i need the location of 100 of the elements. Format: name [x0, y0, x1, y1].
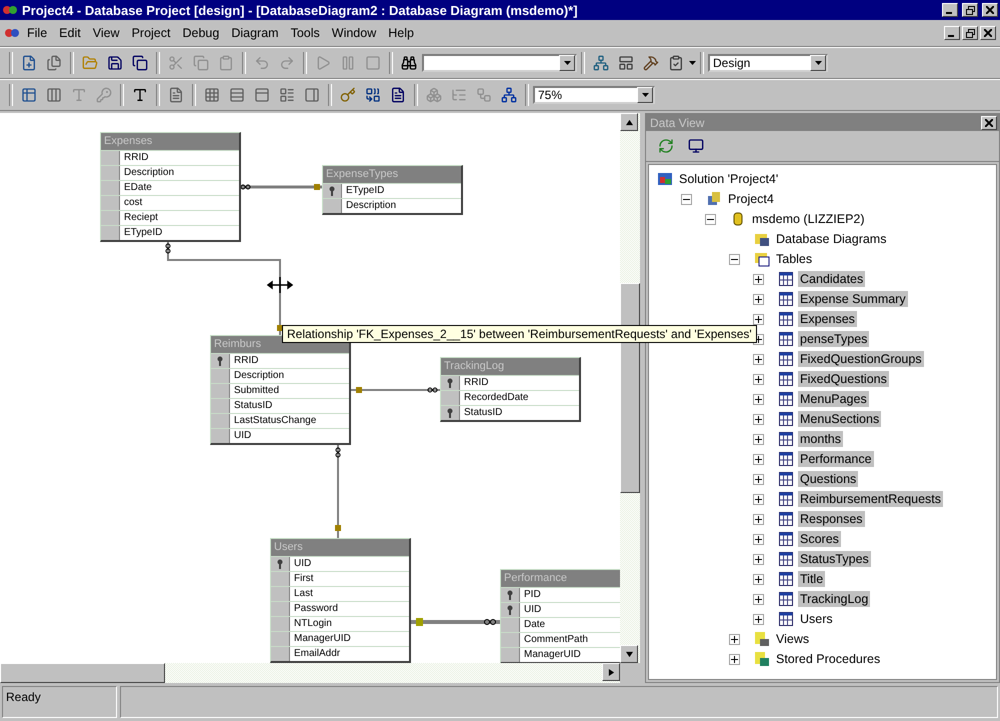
tree-item[interactable]: Users — [798, 611, 835, 627]
solution-icon — [657, 171, 673, 187]
column-name: NTLogin — [290, 617, 409, 631]
tree-item[interactable]: ReimbursementRequests — [798, 491, 944, 507]
column-name: First — [290, 572, 409, 586]
expand-toggle[interactable] — [753, 474, 764, 484]
expand-toggle[interactable] — [753, 494, 764, 504]
table-box[interactable]: Users UID First Last Password NTLogin ManagerUID EmailAddr — [270, 538, 411, 663]
expand-toggle[interactable] — [753, 314, 764, 324]
table-box[interactable]: TrackingLog RRID RecordedDate StatusID — [440, 357, 581, 422]
tree-item[interactable]: Responses — [798, 511, 865, 527]
tree-item[interactable]: MenuPages — [798, 391, 869, 407]
tree-item[interactable]: TrackingLog — [798, 591, 870, 607]
zoom-combo[interactable]: 75% — [533, 86, 655, 104]
scroll-right-button[interactable] — [602, 663, 620, 681]
menu-item[interactable]: Project — [126, 24, 176, 42]
expand-toggle[interactable] — [753, 374, 764, 384]
minimize-button[interactable] — [944, 26, 960, 40]
expand-toggle[interactable] — [753, 554, 764, 564]
menu-item[interactable]: Tools — [286, 24, 325, 42]
tree-item[interactable]: Solution 'Project4' — [677, 171, 780, 187]
column-name: UID — [230, 429, 349, 443]
menu-item[interactable]: Help — [383, 24, 419, 42]
plus-icon — [755, 276, 762, 282]
tree-item[interactable]: Tables — [774, 251, 814, 267]
expand-toggle[interactable] — [753, 414, 764, 424]
relationship-tooltip: Relationship 'FK_Expenses_2__15' between 'ReimbursementRequests' and 'Expenses' — [282, 325, 757, 343]
tree-item[interactable]: Performance — [798, 451, 874, 467]
expand-toggle[interactable] — [753, 394, 764, 404]
expand-toggle[interactable] — [753, 514, 764, 524]
tree-item[interactable]: Scores — [798, 531, 841, 547]
find-combo[interactable] — [422, 54, 577, 72]
tree-item[interactable]: penseTypes — [798, 331, 870, 347]
tree-item[interactable]: MenuSections — [798, 411, 882, 427]
tree-item[interactable]: Title — [798, 571, 826, 587]
table-icon — [778, 571, 794, 587]
tree-item[interactable]: Expenses — [798, 311, 857, 327]
expand-toggle[interactable] — [753, 434, 764, 444]
expand-toggle[interactable] — [753, 354, 764, 364]
expand-toggle[interactable] — [753, 534, 764, 544]
scroll-thumb[interactable] — [0, 663, 165, 683]
key-icon — [447, 378, 453, 388]
expand-toggle[interactable] — [753, 574, 764, 584]
tree-item[interactable]: Stored Procedures — [774, 651, 882, 667]
table-title: TrackingLog — [441, 358, 579, 375]
expand-toggle[interactable] — [729, 634, 740, 644]
tree-item[interactable]: StatusTypes — [798, 551, 871, 567]
tree-item[interactable]: Project4 — [726, 191, 776, 207]
menu-item[interactable]: Window — [326, 24, 382, 42]
tree-item[interactable]: msdemo (LIZZIEP2) — [750, 211, 867, 227]
restore-button[interactable] — [962, 26, 978, 40]
plus-icon — [755, 336, 762, 342]
table-icon — [778, 311, 794, 327]
tree-item[interactable]: Views — [774, 631, 812, 647]
menu-item[interactable]: Diagram — [226, 24, 284, 42]
expand-toggle[interactable] — [753, 614, 764, 624]
collapse-toggle[interactable] — [729, 254, 740, 264]
scroll-down-button[interactable] — [620, 645, 638, 663]
expand-toggle[interactable] — [753, 294, 764, 304]
scroll-up-button[interactable] — [620, 113, 638, 131]
restore-button[interactable] — [962, 3, 978, 17]
column-name: RecordedDate — [460, 391, 579, 405]
tree-item[interactable]: Database Diagrams — [774, 231, 888, 247]
key-icon — [329, 186, 335, 196]
tree-item[interactable]: FixedQuestionGroups — [798, 351, 924, 367]
column-name: ETypeID — [120, 226, 239, 240]
configuration-combo[interactable]: Design — [708, 54, 828, 72]
tree-item[interactable]: months — [798, 431, 843, 447]
relationship-line[interactable] — [335, 445, 341, 538]
table-box[interactable]: Performance PID UID Date CommentPath ManagerUID — [500, 569, 620, 663]
table-box[interactable]: ExpenseTypes ETypeID Description — [322, 165, 463, 215]
plus-icon — [755, 496, 762, 502]
menu-item[interactable]: View — [88, 24, 125, 42]
expand-toggle[interactable] — [753, 454, 764, 464]
close-button[interactable] — [982, 3, 998, 17]
expand-toggle[interactable] — [753, 274, 764, 284]
table-box[interactable]: Expenses RRID Description EDate cost Reciept ETypeID — [100, 132, 241, 242]
tree-item[interactable]: Questions — [798, 471, 858, 487]
caret-icon — [814, 61, 822, 65]
tree-item[interactable]: Candidates — [798, 271, 866, 287]
plus-icon — [755, 296, 762, 302]
expand-toggle[interactable] — [753, 594, 764, 604]
tree-item[interactable]: FixedQuestions — [798, 371, 889, 387]
collapse-toggle[interactable] — [681, 194, 692, 204]
menu-item[interactable]: Debug — [177, 24, 224, 42]
minimize-button[interactable] — [942, 3, 958, 17]
plus-icon — [755, 436, 762, 442]
plus-icon — [731, 656, 738, 662]
menu-item[interactable]: Edit — [54, 24, 86, 42]
tree-item[interactable]: Expense Summary — [798, 291, 908, 307]
relationship-line[interactable] — [410, 618, 500, 626]
menu-item[interactable]: File — [22, 24, 52, 42]
collapse-toggle[interactable] — [705, 214, 716, 224]
close-button[interactable] — [980, 26, 996, 40]
plus-icon — [755, 536, 762, 542]
close-button[interactable] — [981, 116, 997, 130]
relationship-line[interactable] — [350, 387, 440, 393]
expand-toggle[interactable] — [729, 654, 740, 664]
resize-cursor-icon — [267, 276, 293, 294]
relationship-line[interactable] — [240, 184, 322, 190]
